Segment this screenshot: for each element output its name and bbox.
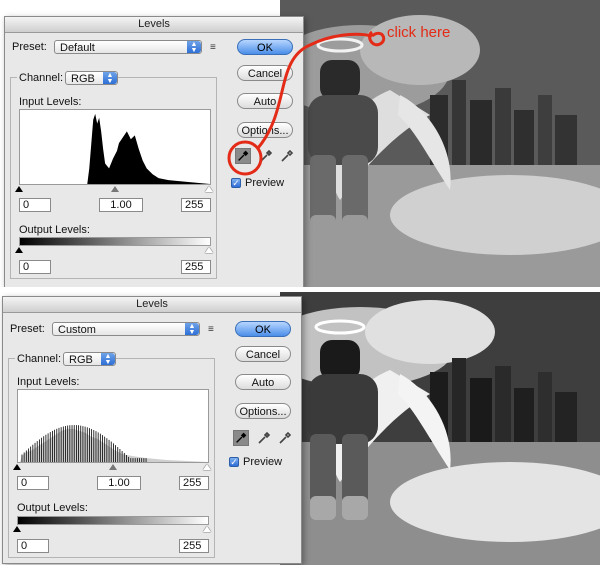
- black-eyedropper[interactable]: [235, 148, 251, 164]
- options-button[interactable]: Options...: [237, 122, 293, 138]
- angel-photo: [280, 0, 600, 287]
- channel-dropdown[interactable]: RGB ▲ ▼: [63, 352, 116, 366]
- levels-dialog: Levels Preset: Custom ▲ ▼ ≡ OK Cancel Aut…: [2, 296, 302, 564]
- input-white-slider-handle[interactable]: [203, 464, 211, 470]
- histogram: [17, 389, 209, 463]
- gray-eyedropper[interactable]: [256, 430, 272, 446]
- levels-panel-before: Levels Preset: Default ▲ ▼ ≡ OK Cancel Au…: [0, 0, 600, 287]
- click-here-annotation: click here: [387, 24, 451, 41]
- white-eyedropper[interactable]: [279, 148, 295, 164]
- input-white-field[interactable]: 255: [181, 198, 211, 212]
- preview-label: Preview: [245, 177, 285, 189]
- cancel-button[interactable]: Cancel: [235, 346, 291, 362]
- preset-value: Default: [60, 42, 95, 54]
- black-eyedropper[interactable]: [233, 430, 249, 446]
- output-levels-label: Output Levels:: [19, 224, 90, 236]
- angel-photo: [280, 292, 600, 565]
- channel-value: RGB: [69, 354, 93, 366]
- preset-value: Custom: [58, 324, 96, 336]
- white-eyedropper[interactable]: [277, 430, 293, 446]
- dropdown-arrows-icon: ▲ ▼: [185, 323, 199, 336]
- output-gradient: [17, 516, 209, 525]
- input-slider[interactable]: [15, 186, 213, 192]
- input-levels-label: Input Levels:: [17, 376, 80, 388]
- auto-button[interactable]: Auto: [235, 374, 291, 390]
- ok-button[interactable]: OK: [237, 39, 293, 55]
- auto-button[interactable]: Auto: [237, 93, 293, 109]
- gray-eyedropper[interactable]: [258, 148, 274, 164]
- input-black-slider-handle[interactable]: [15, 186, 23, 192]
- output-black-field[interactable]: 0: [19, 260, 51, 274]
- input-gamma-slider-handle[interactable]: [111, 186, 119, 192]
- input-black-field[interactable]: 0: [19, 198, 51, 212]
- output-black-field[interactable]: 0: [17, 539, 49, 553]
- input-gamma-field[interactable]: 1.00: [97, 476, 141, 490]
- histogram: [19, 109, 211, 185]
- dropdown-arrows-icon: ▲ ▼: [187, 41, 201, 54]
- preset-dropdown[interactable]: Custom ▲ ▼: [52, 322, 200, 336]
- input-gamma-field[interactable]: 1.00: [99, 198, 143, 212]
- dialog-title: Levels: [3, 297, 301, 313]
- input-white-slider-handle[interactable]: [205, 186, 213, 192]
- output-black-slider-handle[interactable]: [15, 247, 23, 253]
- preview-checkbox[interactable]: ✓: [229, 457, 239, 467]
- preset-options-icon[interactable]: ≡: [210, 42, 216, 53]
- ok-button[interactable]: OK: [235, 321, 291, 337]
- input-black-slider-handle[interactable]: [13, 464, 21, 470]
- cancel-button[interactable]: Cancel: [237, 65, 293, 81]
- options-button[interactable]: Options...: [235, 403, 291, 419]
- output-black-slider-handle[interactable]: [13, 526, 21, 532]
- input-slider[interactable]: [13, 464, 211, 470]
- output-slider[interactable]: [15, 247, 213, 253]
- output-white-field[interactable]: 255: [179, 539, 209, 553]
- input-levels-label: Input Levels:: [19, 96, 82, 108]
- levels-panel-after: Levels Preset: Custom ▲ ▼ ≡ OK Cancel Aut…: [0, 292, 600, 565]
- dropdown-arrows-icon: ▲ ▼: [103, 72, 117, 85]
- channel-label: Channel:: [17, 72, 66, 84]
- levels-dialog: Levels Preset: Default ▲ ▼ ≡ OK Cancel Au…: [4, 16, 304, 287]
- output-white-slider-handle[interactable]: [205, 247, 213, 253]
- preset-label: Preset:: [10, 323, 45, 335]
- output-white-field[interactable]: 255: [181, 260, 211, 274]
- preview-label: Preview: [243, 456, 283, 468]
- channel-value: RGB: [71, 73, 95, 85]
- output-slider[interactable]: [13, 526, 211, 532]
- output-white-slider-handle[interactable]: [203, 526, 211, 532]
- channel-label: Channel:: [15, 353, 64, 365]
- preview-checkbox[interactable]: ✓: [231, 178, 241, 188]
- input-gamma-slider-handle[interactable]: [109, 464, 117, 470]
- preset-options-icon[interactable]: ≡: [208, 324, 214, 335]
- output-levels-label: Output Levels:: [17, 502, 88, 514]
- dialog-title: Levels: [5, 17, 303, 33]
- input-white-field[interactable]: 255: [179, 476, 209, 490]
- output-gradient: [19, 237, 211, 246]
- preset-label: Preset:: [12, 41, 47, 53]
- input-black-field[interactable]: 0: [17, 476, 49, 490]
- preset-dropdown[interactable]: Default ▲ ▼: [54, 40, 202, 54]
- dropdown-arrows-icon: ▲ ▼: [101, 353, 115, 366]
- channel-dropdown[interactable]: RGB ▲ ▼: [65, 71, 118, 85]
